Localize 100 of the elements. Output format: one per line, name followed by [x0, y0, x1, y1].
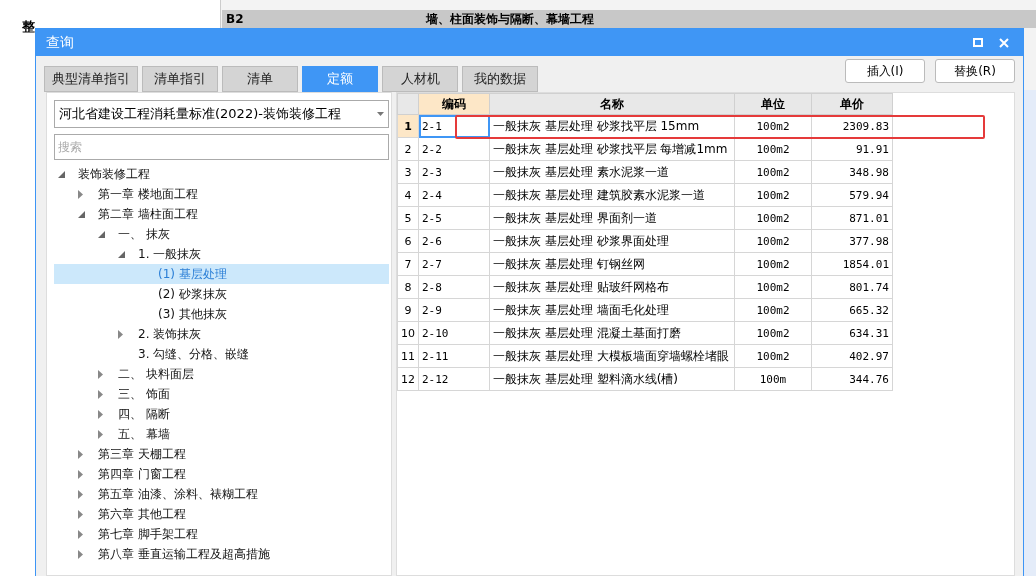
- tree-row[interactable]: 四、 隔断: [54, 404, 389, 424]
- tree-row[interactable]: 第一章 楼地面工程: [54, 184, 389, 204]
- collapse-arrow-icon[interactable]: [78, 210, 85, 218]
- expand-arrow-icon[interactable]: [78, 529, 83, 539]
- table-cell: 344.76: [811, 367, 893, 391]
- table-cell: 100m2: [734, 344, 812, 368]
- table-cell: 一般抹灰 基层处理 混凝土基面打磨: [489, 321, 735, 345]
- table-cell: 377.98: [811, 229, 893, 253]
- table-cell: 665.32: [811, 298, 893, 322]
- expand-arrow-icon[interactable]: [78, 509, 83, 519]
- table-cell: 2-5: [418, 206, 490, 230]
- expand-arrow-icon[interactable]: [98, 429, 103, 439]
- tree-row[interactable]: 第三章 天棚工程: [54, 444, 389, 464]
- tree-item[interactable]: 四、 隔断: [118, 405, 170, 423]
- table-cell: 一般抹灰 基层处理 贴玻纤网格布: [489, 275, 735, 299]
- search-field[interactable]: 搜索: [54, 134, 389, 160]
- window-title: 查询: [46, 33, 75, 52]
- tree-item[interactable]: 第一章 楼地面工程: [98, 185, 198, 203]
- tree-item[interactable]: 第六章 其他工程: [98, 505, 186, 523]
- tree-item[interactable]: 第三章 天棚工程: [98, 445, 186, 463]
- table-cell: 一般抹灰 基层处理 素水泥浆一道: [489, 160, 735, 184]
- table-cell: 2-7: [418, 252, 490, 276]
- tree-row[interactable]: 第七章 脚手架工程: [54, 524, 389, 544]
- tree-row[interactable]: 一、 抹灰: [54, 224, 389, 244]
- row-number: 9: [397, 298, 419, 322]
- column-header: 单价: [811, 93, 893, 115]
- action-button[interactable]: 插入(I): [845, 59, 925, 83]
- table-cell: 100m2: [734, 229, 812, 253]
- table-cell: 一般抹灰 基层处理 墙面毛化处理: [489, 298, 735, 322]
- library-dropdown[interactable]: 河北省建设工程消耗量标准(2022)-装饰装修工程: [54, 100, 389, 128]
- tree-row[interactable]: 二、 块料面层: [54, 364, 389, 384]
- tree-row[interactable]: 第二章 墙柱面工程: [54, 204, 389, 224]
- tree-row[interactable]: 第八章 垂直运输工程及超高措施: [54, 544, 389, 564]
- expand-arrow-icon[interactable]: [78, 549, 83, 559]
- expand-arrow-icon[interactable]: [78, 449, 83, 459]
- row-number: 8: [397, 275, 419, 299]
- expand-arrow-icon[interactable]: [118, 329, 123, 339]
- tree-row[interactable]: 第六章 其他工程: [54, 504, 389, 524]
- table-cell: 348.98: [811, 160, 893, 184]
- table-cell: 2-6: [418, 229, 490, 253]
- tree-item[interactable]: 第七章 脚手架工程: [98, 525, 198, 543]
- table-cell: 2-10: [418, 321, 490, 345]
- tree-item[interactable]: 第八章 垂直运输工程及超高措施: [98, 545, 270, 563]
- tree-item[interactable]: 1. 一般抹灰: [138, 245, 202, 263]
- table-cell: 579.94: [811, 183, 893, 207]
- tree-item[interactable]: 第四章 门窗工程: [98, 465, 186, 483]
- row-number: 1: [397, 114, 419, 138]
- table-cell: 100m: [734, 367, 812, 391]
- table-cell: 一般抹灰 基层处理 建筑胶素水泥浆一道: [489, 183, 735, 207]
- table-cell: 1854.01: [811, 252, 893, 276]
- expand-arrow-icon[interactable]: [98, 369, 103, 379]
- table-cell: 2-4: [418, 183, 490, 207]
- row-number: 6: [397, 229, 419, 253]
- tab[interactable]: 典型清单指引: [44, 66, 138, 92]
- tree-item[interactable]: (2) 砂浆抹灰: [158, 285, 227, 303]
- tree-row[interactable]: 第五章 油漆、涂料、裱糊工程: [54, 484, 389, 504]
- tree-row[interactable]: (3) 其他抹灰: [54, 304, 389, 324]
- tree-row[interactable]: 1. 一般抹灰: [54, 244, 389, 264]
- collapse-arrow-icon[interactable]: [58, 170, 65, 178]
- expand-arrow-icon[interactable]: [98, 409, 103, 419]
- expand-arrow-icon[interactable]: [78, 469, 83, 479]
- tree-item[interactable]: 装饰装修工程: [78, 165, 150, 183]
- tree-row[interactable]: 第四章 门窗工程: [54, 464, 389, 484]
- tree-item[interactable]: 2. 装饰抹灰: [138, 325, 202, 343]
- tab[interactable]: 人材机: [382, 66, 458, 92]
- row-code: B2: [225, 12, 244, 26]
- tree-item[interactable]: 第二章 墙柱面工程: [98, 205, 198, 223]
- tree-row[interactable]: 3. 勾缝、分格、嵌缝: [54, 344, 389, 364]
- collapse-arrow-icon[interactable]: [98, 230, 105, 238]
- table-cell: 一般抹灰 基层处理 钉钢丝网: [489, 252, 735, 276]
- table-cell: 634.31: [811, 321, 893, 345]
- column-header: 编码: [418, 93, 490, 115]
- tree-item[interactable]: 五、 幕墙: [118, 425, 170, 443]
- tree-item[interactable]: 一、 抹灰: [118, 225, 170, 243]
- action-button[interactable]: 替换(R): [935, 59, 1015, 83]
- table-cell: 2-8: [418, 275, 490, 299]
- tree-row[interactable]: 装饰装修工程: [54, 164, 389, 184]
- table-cell: 402.97: [811, 344, 893, 368]
- tree-row[interactable]: (2) 砂浆抹灰: [54, 284, 389, 304]
- tab[interactable]: 清单: [222, 66, 298, 92]
- row-number: 4: [397, 183, 419, 207]
- tree-item[interactable]: (3) 其他抹灰: [158, 305, 227, 323]
- expand-arrow-icon[interactable]: [98, 389, 103, 399]
- tree-row[interactable]: 三、 饰面: [54, 384, 389, 404]
- expand-arrow-icon[interactable]: [78, 189, 83, 199]
- tree-item[interactable]: 二、 块料面层: [118, 365, 194, 383]
- maximize-icon: [973, 38, 983, 47]
- tree-item[interactable]: 第五章 油漆、涂料、裱糊工程: [98, 485, 258, 503]
- row-number: 2: [397, 137, 419, 161]
- tree-row[interactable]: 五、 幕墙: [54, 424, 389, 444]
- expand-arrow-icon[interactable]: [78, 489, 83, 499]
- tree-item[interactable]: 三、 饰面: [118, 385, 170, 403]
- collapse-arrow-icon[interactable]: [118, 250, 125, 258]
- tab[interactable]: 清单指引: [142, 66, 218, 92]
- tab[interactable]: 我的数据: [462, 66, 538, 92]
- row-number: 11: [397, 344, 419, 368]
- table-cell: 2-2: [418, 137, 490, 161]
- tree-item[interactable]: 3. 勾缝、分格、嵌缝: [138, 345, 250, 363]
- tree-row[interactable]: 2. 装饰抹灰: [54, 324, 389, 344]
- row-number: 10: [397, 321, 419, 345]
